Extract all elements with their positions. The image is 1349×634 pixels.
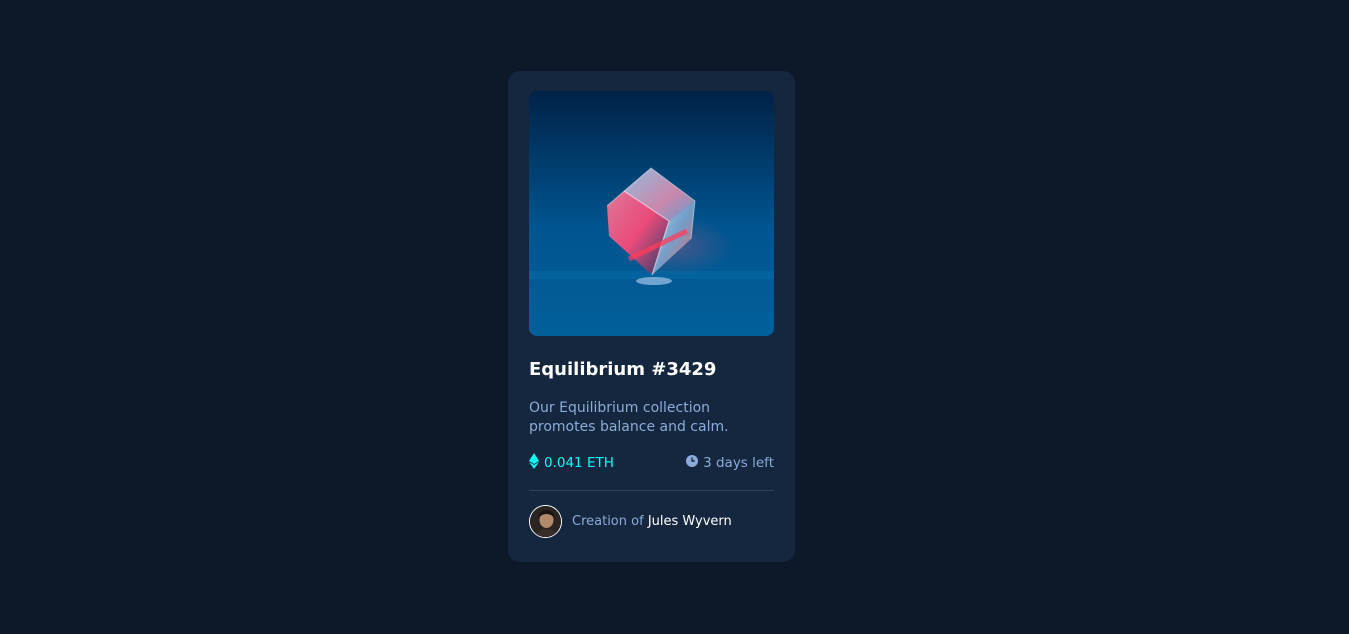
nft-meta: 0.041 ETH 3 days left (529, 453, 774, 473)
nft-card: Equilibrium #3429 Our Equilibrium collec… (508, 71, 795, 562)
clock-icon (686, 455, 699, 471)
price-value: 0.041 ETH (544, 455, 614, 471)
nft-title[interactable]: Equilibrium #3429 (529, 359, 716, 380)
time-left-value: 3 days left (703, 455, 774, 471)
avatar (529, 505, 562, 538)
creator-row: Creation of Jules Wyvern (529, 505, 732, 538)
time-info: 3 days left (686, 455, 774, 471)
equilibrium-cube-image (529, 91, 774, 336)
nft-description: Our Equilibrium collection promotes bala… (529, 400, 729, 435)
divider (529, 490, 774, 491)
price-info: 0.041 ETH (529, 453, 614, 473)
creator-prefix: Creation of (572, 514, 644, 529)
nft-image[interactable] (529, 91, 774, 336)
ethereum-icon (529, 453, 539, 473)
creator-name-link[interactable]: Jules Wyvern (648, 514, 732, 529)
